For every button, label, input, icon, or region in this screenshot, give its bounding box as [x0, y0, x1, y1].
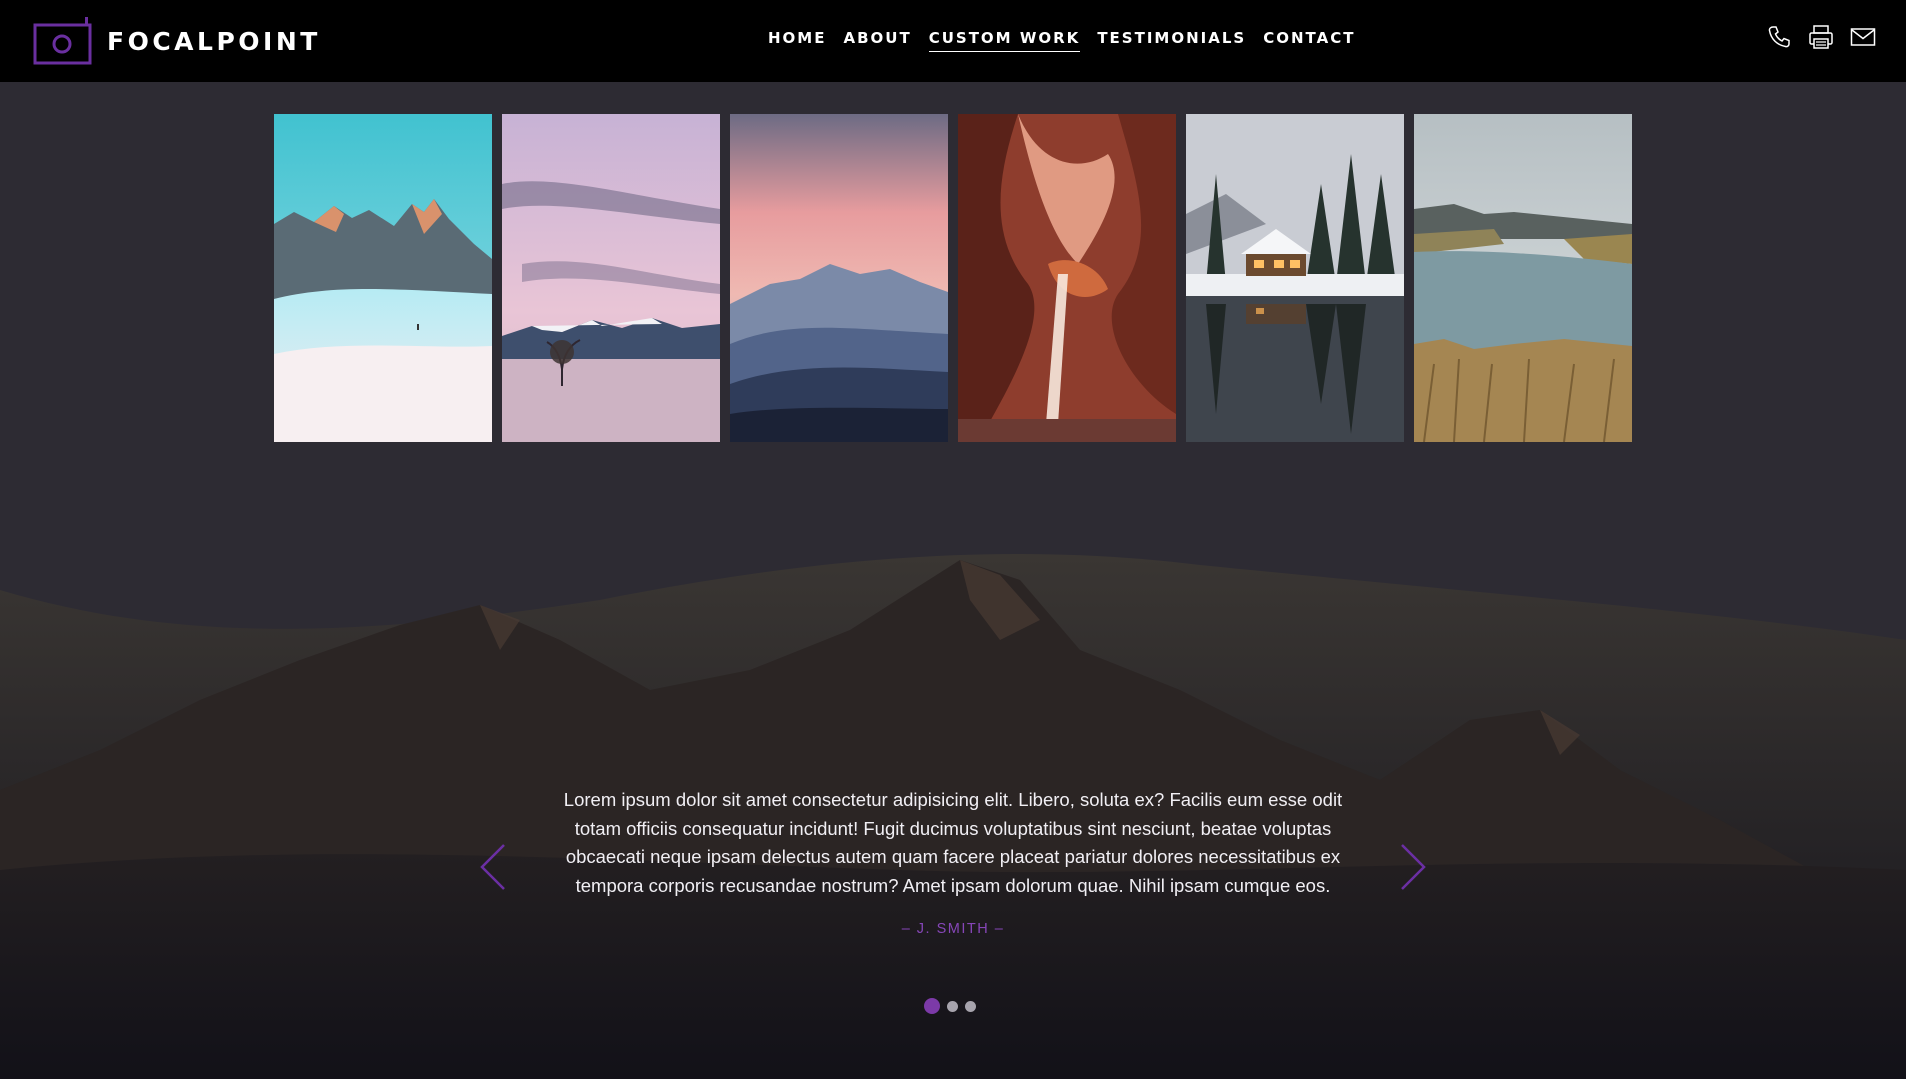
pink-sky-mountain-range-photo[interactable]	[730, 114, 948, 442]
phone-icon[interactable]	[1766, 24, 1792, 50]
testimonial-author: – J. SMITH –	[901, 921, 1005, 937]
chevron-left-icon[interactable]	[478, 842, 508, 892]
mail-icon[interactable]	[1850, 24, 1876, 50]
fax-icon[interactable]	[1808, 24, 1834, 50]
testimonial-quote: Lorem ipsum dolor sit amet consectetur a…	[563, 789, 1343, 896]
carousel-dot-1[interactable]	[924, 998, 940, 1014]
nav-custom-work[interactable]: CUSTOM WORK	[928, 29, 1081, 52]
carousel-dots	[924, 998, 976, 1014]
misty-river-marsh-photo[interactable]	[1414, 114, 1632, 442]
nav-testimonials[interactable]: TESTIMONIALS	[1097, 29, 1246, 52]
snowy-cabin-reflection-photo[interactable]	[1186, 114, 1404, 442]
site-header: FOCALPOINT HOME ABOUT CUSTOM WORK TESTIM…	[0, 0, 1906, 82]
brand-name: FOCALPOINT	[107, 26, 321, 56]
logo[interactable]: FOCALPOINT	[33, 17, 321, 65]
nav-home[interactable]: HOME	[768, 29, 826, 52]
carousel-dot-3[interactable]	[965, 1000, 976, 1012]
camera-logo-icon	[33, 17, 93, 65]
photo-gallery	[274, 114, 1632, 442]
header-contact-icons	[1766, 24, 1876, 50]
nav-about[interactable]: ABOUT	[843, 29, 911, 52]
carousel-dot-2[interactable]	[947, 1000, 958, 1012]
nav-contact[interactable]: CONTACT	[1263, 29, 1355, 52]
chevron-right-icon[interactable]	[1398, 842, 1428, 892]
snowy-mountain-peaks-photo[interactable]	[274, 114, 492, 442]
slot-canyon-light-beam-photo[interactable]	[958, 114, 1176, 442]
lone-tree-lake-sunset-photo[interactable]	[502, 114, 720, 442]
main-nav: HOME ABOUT CUSTOM WORK TESTIMONIALS CONT…	[768, 29, 1372, 52]
